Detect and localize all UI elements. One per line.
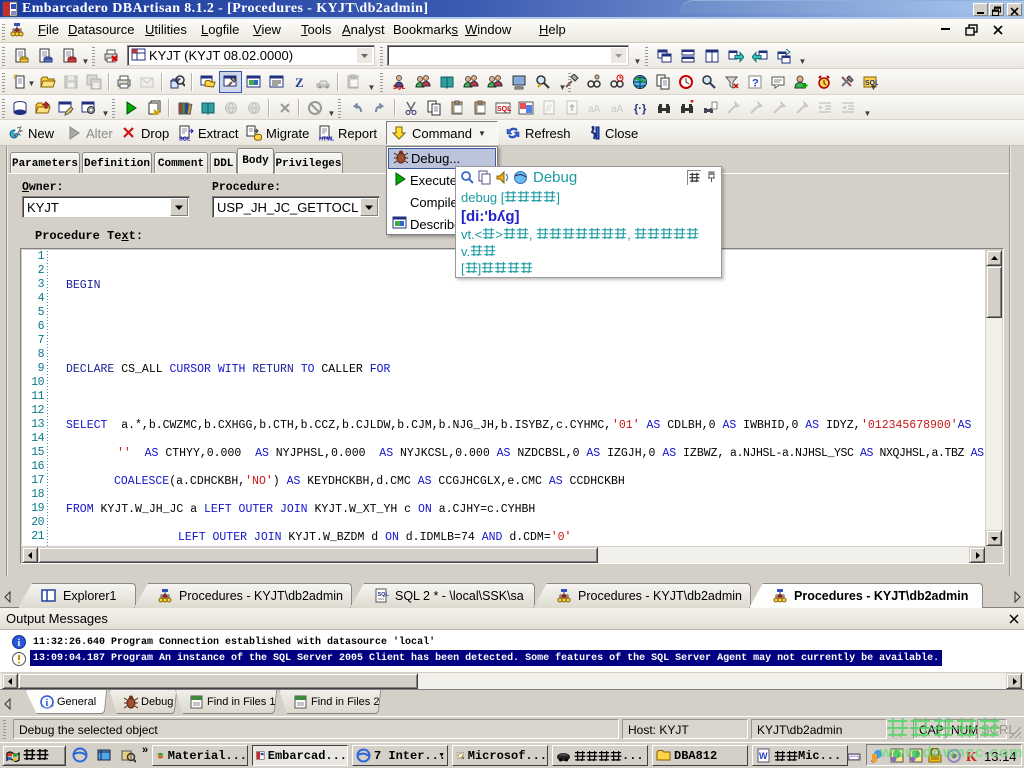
svg-text:?: ? <box>752 78 759 90</box>
svg-text:aA: aA <box>588 104 601 115</box>
svg-text:aA: aA <box>611 104 624 115</box>
svg-text:i: i <box>46 698 49 709</box>
svg-text:{·}: {·} <box>634 103 647 115</box>
svg-text:HTML: HTML <box>319 137 334 142</box>
svg-text:i: i <box>18 638 21 649</box>
svg-text:SQL: SQL <box>179 137 191 142</box>
svg-text:Z: Z <box>295 75 304 90</box>
svg-text:W: W <box>759 751 768 761</box>
svg-text:SQL: SQL <box>393 85 406 90</box>
svg-text:SQL: SQL <box>497 106 511 113</box>
svg-text:SQL: SQL <box>378 592 390 598</box>
